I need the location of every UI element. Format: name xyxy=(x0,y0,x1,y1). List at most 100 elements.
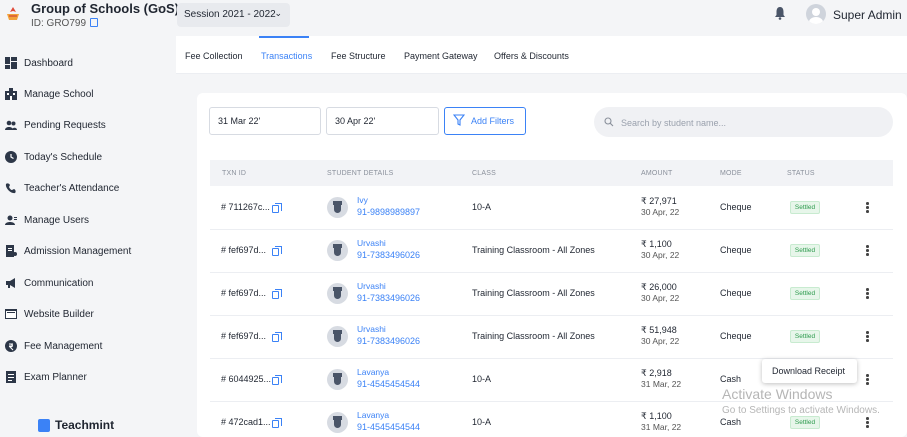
sidebar-item-label: Exam Planner xyxy=(24,371,87,383)
student-name[interactable]: Lavanya xyxy=(357,367,389,377)
activate-windows-watermark: Activate Windows xyxy=(722,386,833,402)
from-date-field[interactable]: 31 Mar 22' xyxy=(209,107,321,135)
txn-id: # 472cad1... xyxy=(221,417,271,427)
sidebar-item-label: Dashboard xyxy=(24,57,73,69)
student-avatar xyxy=(327,240,348,261)
txn-id: # 711267c... xyxy=(221,202,270,212)
tab-transactions[interactable]: Transactions xyxy=(261,51,312,61)
amount-date: 30 Apr, 22 xyxy=(641,250,680,260)
status-badge: Settled xyxy=(790,287,820,300)
copy-icon[interactable] xyxy=(272,246,282,256)
more-options-icon[interactable] xyxy=(866,245,869,256)
copy-icon[interactable] xyxy=(272,289,282,299)
txn-id: # fef697d... xyxy=(221,245,267,255)
sidebar-item-admission-management[interactable]: Admission Management xyxy=(0,238,170,264)
tab-fee-structure[interactable]: Fee Structure xyxy=(331,51,386,61)
sidebar-item-label: Teacher's Attendance xyxy=(24,182,120,194)
class-cell: Training Classroom - All Zones xyxy=(472,288,595,298)
amount-value: ₹ 51,948 xyxy=(641,325,677,335)
column-header-mode: MODE xyxy=(720,170,742,177)
admission-icon xyxy=(6,245,17,257)
active-tab-indicator xyxy=(259,36,309,38)
status-badge: Settled xyxy=(790,201,820,214)
amount-value: ₹ 27,971 xyxy=(641,196,677,206)
status-badge: Settled xyxy=(790,330,820,343)
tab-fee-collection[interactable]: Fee Collection xyxy=(185,51,243,61)
chevron-down-icon: ⌄ xyxy=(274,8,282,18)
sidebar-item-teachers-attendance[interactable]: Teacher's Attendance xyxy=(0,175,170,201)
student-name[interactable]: Ivy xyxy=(357,195,368,205)
payment-mode: Cheque xyxy=(720,288,752,298)
status-badge: Settled xyxy=(790,244,820,257)
amount-date: 30 Apr, 22 xyxy=(641,336,680,346)
sidebar-item-label: Manage School xyxy=(24,88,94,100)
copy-icon[interactable] xyxy=(272,332,282,342)
fee-icon xyxy=(5,340,17,352)
column-header-txn-id: TXN ID xyxy=(222,170,247,177)
download-receipt-menu-item[interactable]: Download Receipt xyxy=(762,359,857,383)
copy-icon[interactable] xyxy=(272,375,282,385)
sidebar-item-manage-users[interactable]: Manage Users xyxy=(0,207,170,233)
sidebar-item-pending-requests[interactable]: Pending Requests xyxy=(0,112,170,138)
copy-icon[interactable] xyxy=(90,18,99,27)
status-badge: Settled xyxy=(790,416,820,429)
megaphone-icon xyxy=(6,278,15,288)
student-name[interactable]: Urvashi xyxy=(357,238,386,248)
session-selector[interactable]: Session 2021 - 2022 ⌄ xyxy=(177,3,290,27)
sidebar-item-dashboard[interactable]: Dashboard xyxy=(0,50,170,76)
attendance-icon xyxy=(5,183,16,194)
student-phone: 91-7383496026 xyxy=(357,293,421,303)
txn-id: # fef697d... xyxy=(221,331,267,341)
sidebar-item-todays-schedule[interactable]: Today's Schedule xyxy=(0,144,170,170)
sidebar-item-exam-planner[interactable]: Exam Planner xyxy=(0,364,170,390)
tab-offers-discounts[interactable]: Offers & Discounts xyxy=(494,51,569,61)
student-name[interactable]: Lavanya xyxy=(357,410,389,420)
more-options-icon[interactable] xyxy=(866,202,869,213)
more-options-icon[interactable] xyxy=(866,374,869,385)
student-avatar xyxy=(327,283,348,304)
school-id: ID: GRO799 xyxy=(31,17,99,29)
student-avatar xyxy=(327,326,348,347)
user-name[interactable]: Super Admin xyxy=(833,8,902,22)
student-name[interactable]: Urvashi xyxy=(357,281,386,291)
class-cell: 10-A xyxy=(472,417,492,427)
sidebar-item-communication[interactable]: Communication xyxy=(0,270,170,296)
row-divider xyxy=(210,272,893,273)
amount-value: ₹ 1,100 xyxy=(641,239,672,249)
sidebar-item-manage-school[interactable]: Manage School xyxy=(0,81,170,107)
sidebar-item-label: Communication xyxy=(24,277,94,289)
bell-icon[interactable] xyxy=(774,6,786,20)
copy-icon[interactable] xyxy=(272,203,282,213)
sidebar-item-website-builder[interactable]: Website Builder xyxy=(0,301,170,327)
exam-icon xyxy=(6,371,16,383)
copy-icon[interactable] xyxy=(272,418,282,428)
search-input[interactable]: Search by student name... xyxy=(621,118,726,128)
student-phone: 91-7383496026 xyxy=(357,336,421,346)
column-header-class: CLASS xyxy=(472,170,496,177)
payment-mode: Cheque xyxy=(720,331,752,341)
student-name[interactable]: Urvashi xyxy=(357,324,386,334)
tab-payment-gateway[interactable]: Payment Gateway xyxy=(404,51,478,61)
amount-date: 30 Apr, 22 xyxy=(641,207,680,217)
website-icon xyxy=(5,309,17,319)
class-cell: 10-A xyxy=(472,202,492,212)
amount-date: 31 Mar, 22 xyxy=(641,379,682,389)
student-avatar xyxy=(327,412,348,433)
student-avatar xyxy=(327,369,348,390)
chevron-down-icon[interactable]: ⌄ xyxy=(156,1,164,12)
amount-value: ₹ 1,100 xyxy=(641,411,672,421)
sidebar: Dashboard Manage School Pending Requests… xyxy=(0,36,170,437)
to-date-field[interactable]: 30 Apr 22' xyxy=(326,107,439,135)
search-icon xyxy=(604,117,614,127)
payment-mode: Cash xyxy=(720,417,742,427)
more-options-icon[interactable] xyxy=(866,331,869,342)
sidebar-item-fee-management[interactable]: Fee Management xyxy=(0,333,170,359)
user-avatar[interactable] xyxy=(806,4,826,24)
sidebar-item-label: Pending Requests xyxy=(24,119,106,131)
more-options-icon[interactable] xyxy=(866,288,869,299)
payment-mode: Cash xyxy=(720,374,742,384)
column-header-amount: AMOUNT xyxy=(641,170,673,177)
more-options-icon[interactable] xyxy=(866,417,869,428)
amount-value: ₹ 26,000 xyxy=(641,282,677,292)
brand-name: Teachmint xyxy=(55,418,115,432)
